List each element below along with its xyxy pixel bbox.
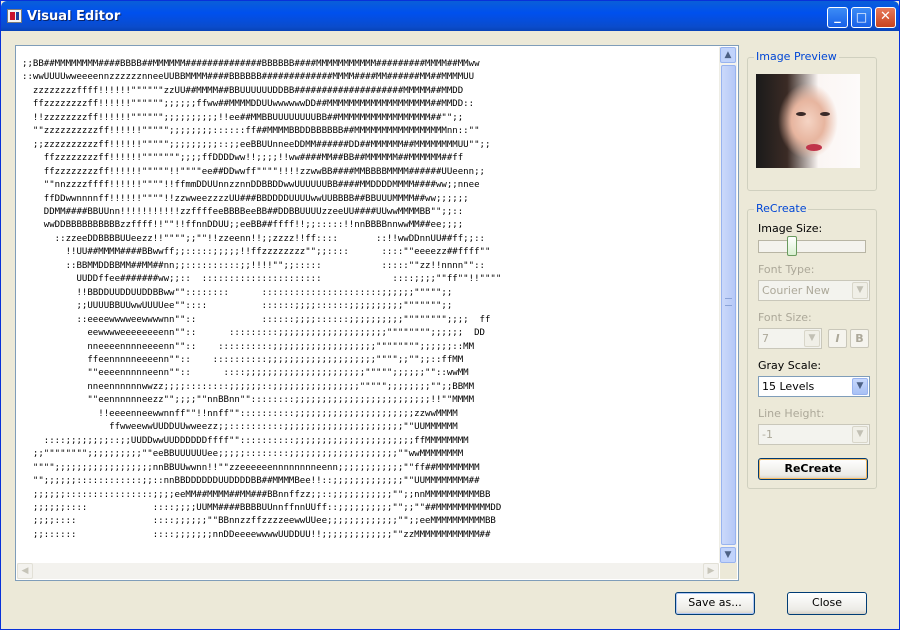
preview-lips bbox=[806, 144, 822, 151]
preview-eye-left bbox=[796, 112, 806, 116]
image-size-slider-thumb[interactable] bbox=[787, 236, 797, 256]
ascii-pane: ;;BB##MMMMMMMM####BBBB##MMMMMM##########… bbox=[7, 37, 739, 585]
close-button[interactable]: Close bbox=[787, 592, 867, 615]
vertical-scrollbar[interactable]: ▲ ▼ bbox=[719, 47, 737, 563]
bold-button[interactable]: B bbox=[850, 329, 869, 348]
line-height-select[interactable]: -1 ▼ bbox=[758, 424, 870, 445]
ascii-art-text: ;;BB##MMMMMMMM####BBBB##MMMMMM##########… bbox=[22, 59, 502, 540]
image-size-slider[interactable] bbox=[758, 240, 866, 253]
italic-button[interactable]: I bbox=[828, 329, 847, 348]
recreate-group: ReCreate Image Size: Font Type: Courier … bbox=[747, 202, 877, 489]
close-window-button[interactable]: ✕ bbox=[875, 7, 896, 28]
font-type-label: Font Type: bbox=[758, 263, 815, 276]
line-height-value: -1 bbox=[762, 428, 773, 441]
gray-scale-label: Gray Scale: bbox=[758, 359, 822, 372]
horizontal-scrollbar[interactable]: ◀ ▶ bbox=[17, 563, 719, 579]
minimize-button[interactable]: _ bbox=[827, 7, 848, 28]
ascii-viewport: ;;BB##MMMMMMMM####BBBB##MMMMMM##########… bbox=[18, 48, 718, 562]
gray-scale-value: 15 Levels bbox=[762, 380, 815, 393]
image-preview bbox=[756, 74, 860, 168]
scroll-up-icon[interactable]: ▲ bbox=[720, 47, 736, 63]
chevron-down-icon[interactable]: ▼ bbox=[852, 426, 868, 443]
scroll-right-icon[interactable]: ▶ bbox=[703, 563, 719, 579]
image-preview-title: Image Preview bbox=[754, 50, 839, 63]
maximize-button[interactable]: □ bbox=[851, 7, 872, 28]
font-size-label: Font Size: bbox=[758, 311, 812, 324]
scroll-down-icon[interactable]: ▼ bbox=[720, 547, 736, 563]
title-bar[interactable]: Visual Editor _ □ ✕ bbox=[1, 1, 899, 31]
recreate-title: ReCreate bbox=[754, 202, 809, 215]
settings-panel: Image Preview ReCreate Image Size: Font … bbox=[743, 41, 893, 581]
line-height-label: Line Height: bbox=[758, 407, 825, 420]
scroll-left-icon[interactable]: ◀ bbox=[17, 563, 33, 579]
gray-scale-select[interactable]: 15 Levels ▼ bbox=[758, 376, 870, 397]
font-size-value: 7 bbox=[762, 332, 769, 345]
chevron-down-icon[interactable]: ▼ bbox=[852, 282, 868, 299]
chevron-down-icon[interactable]: ▼ bbox=[804, 330, 820, 347]
scrollbar-corner bbox=[720, 563, 737, 579]
font-type-select[interactable]: Courier New ▼ bbox=[758, 280, 870, 301]
save-as-button[interactable]: Save as... bbox=[675, 592, 755, 615]
image-preview-group: Image Preview bbox=[747, 50, 877, 191]
preview-eye-right bbox=[820, 112, 830, 116]
ascii-text-area[interactable]: ;;BB##MMMMMMMM####BBBB##MMMMMM##########… bbox=[15, 45, 739, 581]
chevron-down-icon[interactable]: ▼ bbox=[852, 378, 868, 395]
font-size-select[interactable]: 7 ▼ bbox=[758, 328, 822, 349]
app-icon bbox=[7, 9, 22, 23]
window-title: Visual Editor bbox=[27, 9, 121, 24]
image-size-label: Image Size: bbox=[758, 222, 823, 235]
font-type-value: Courier New bbox=[762, 284, 830, 297]
vertical-scroll-thumb[interactable] bbox=[721, 65, 736, 545]
visual-editor-window: Visual Editor _ □ ✕ ;;BB##MMMMMMMM####BB… bbox=[0, 0, 900, 630]
recreate-button[interactable]: ReCreate bbox=[758, 458, 868, 480]
